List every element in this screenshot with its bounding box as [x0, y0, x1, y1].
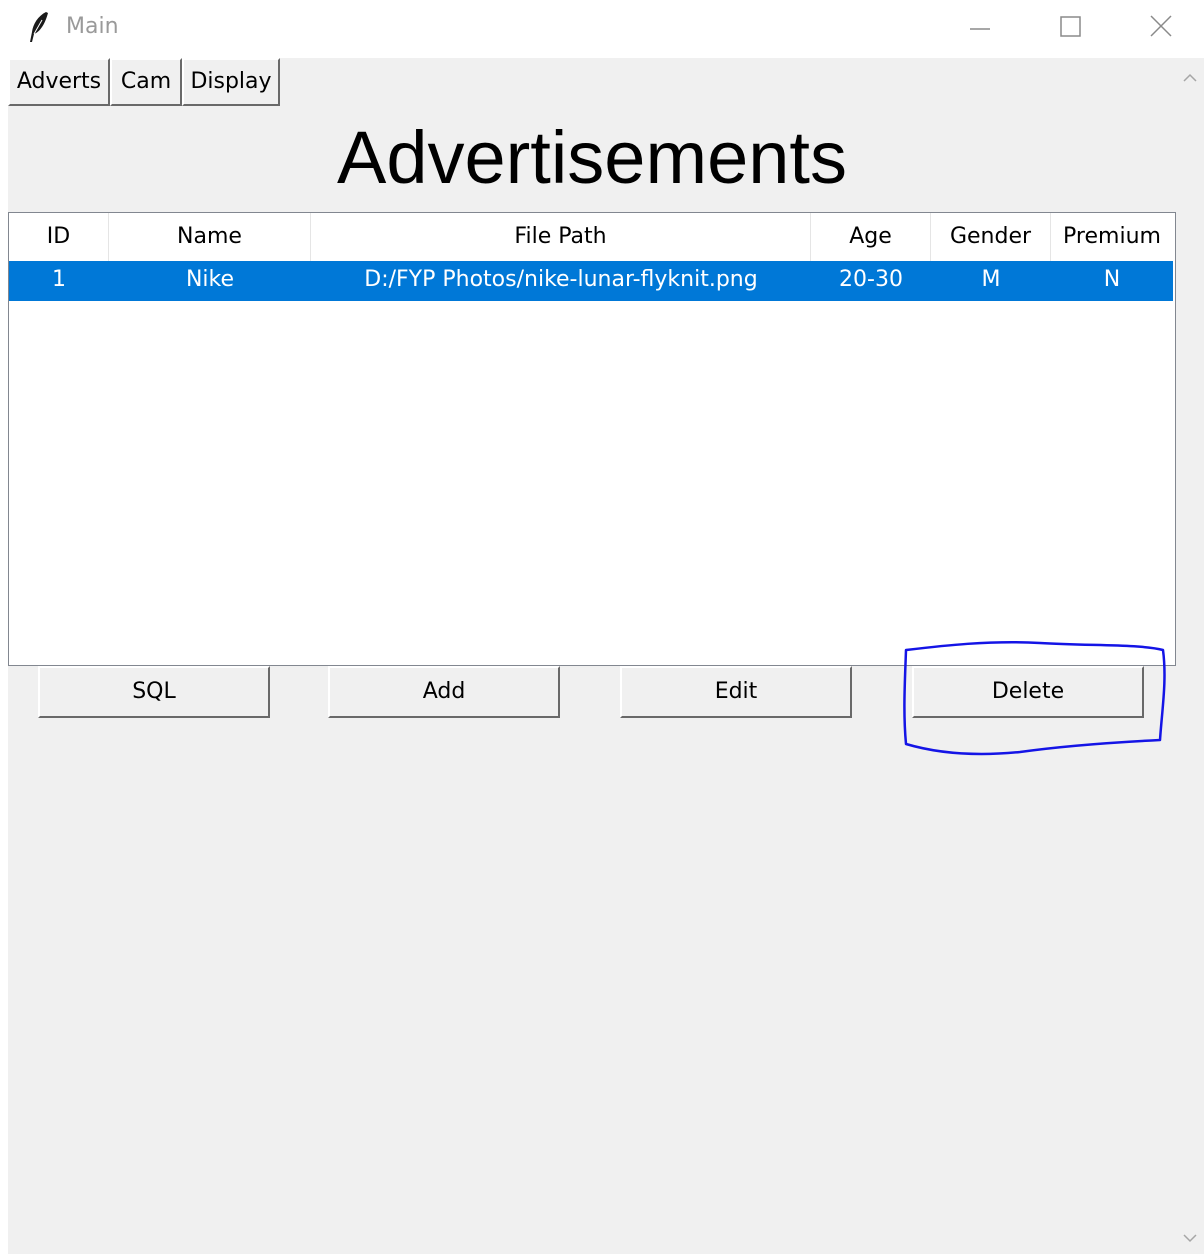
chevron-up-icon[interactable]: [1176, 64, 1204, 92]
cell-name: Nike: [185, 267, 235, 292]
cell-file-path: D:/FYP Photos/nike-lunar-flyknit.png: [364, 267, 758, 292]
table-row[interactable]: 1 Nike D:/FYP Photos/nike-lunar-flyknit.…: [9, 261, 1173, 301]
page-title: Advertisements: [337, 116, 847, 199]
chevron-down-icon[interactable]: [1176, 1224, 1204, 1252]
client-area: Adverts Cam Display Advertisements ID Na…: [8, 58, 1176, 1254]
minimize-icon: [970, 28, 990, 30]
title-bar[interactable]: Main: [0, 0, 1204, 56]
minimize-button[interactable]: [936, 0, 1024, 56]
column-header-age[interactable]: Age: [811, 213, 931, 261]
cell-premium: N: [1103, 267, 1121, 292]
tab-adverts[interactable]: Adverts: [8, 58, 110, 106]
column-header-gender[interactable]: Gender: [931, 213, 1051, 261]
tab-display[interactable]: Display: [182, 58, 280, 106]
maximize-button[interactable]: [1026, 0, 1114, 56]
main-window: Main Adverts Cam Display Advertisements …: [0, 0, 1204, 1254]
column-header-file-path[interactable]: File Path: [311, 213, 811, 261]
close-button[interactable]: [1116, 0, 1204, 56]
add-button[interactable]: Add: [328, 666, 560, 718]
cell-age: 20-30: [839, 267, 903, 292]
sql-button[interactable]: SQL: [38, 666, 270, 718]
vertical-scrollbar[interactable]: [1176, 58, 1204, 1254]
window-title: Main: [66, 14, 119, 39]
feather-icon: [26, 10, 52, 44]
cell-gender: M: [981, 267, 1001, 292]
tab-cam[interactable]: Cam: [110, 58, 182, 106]
table-header: ID Name File Path Age Gender Premium: [9, 213, 1175, 261]
cell-id: 1: [52, 267, 66, 292]
column-header-id[interactable]: ID: [9, 213, 109, 261]
delete-button[interactable]: Delete: [912, 666, 1144, 718]
column-header-premium[interactable]: Premium: [1051, 213, 1173, 261]
column-header-name[interactable]: Name: [109, 213, 311, 261]
adverts-table[interactable]: ID Name File Path Age Gender Premium 1 N…: [8, 212, 1176, 666]
maximize-icon: [1060, 16, 1081, 37]
edit-button[interactable]: Edit: [620, 666, 852, 718]
close-icon: [1150, 15, 1172, 37]
